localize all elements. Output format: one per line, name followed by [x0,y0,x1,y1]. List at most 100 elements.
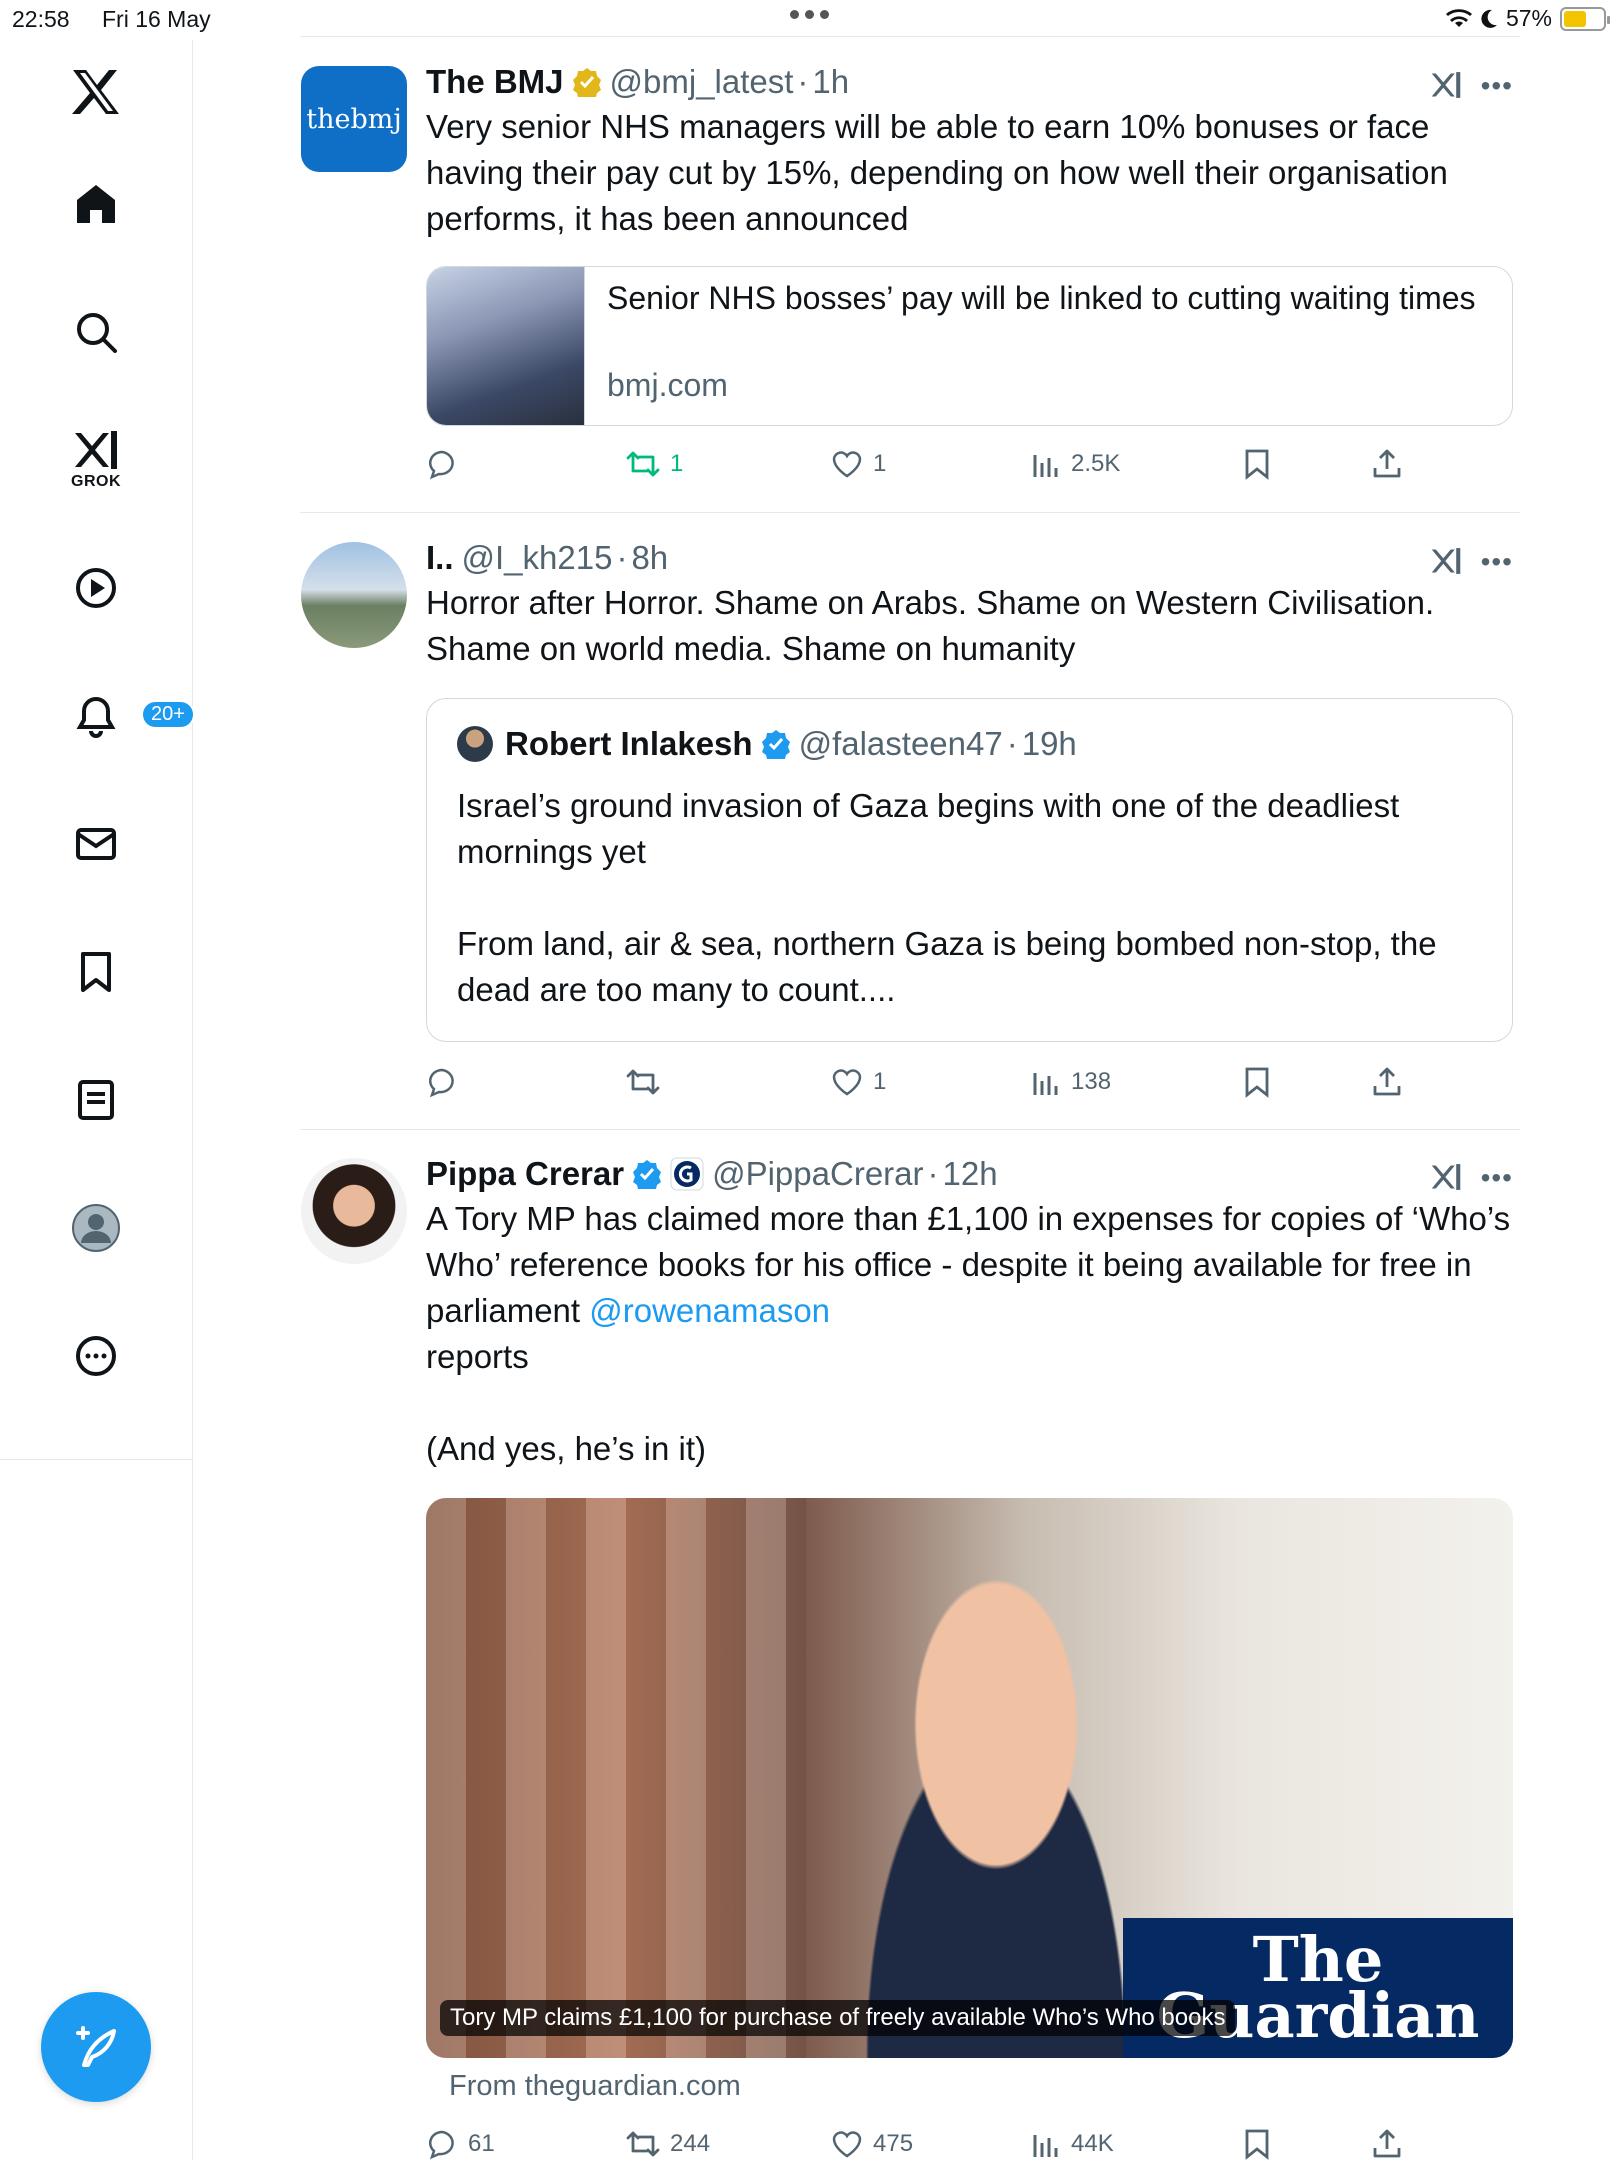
display-name[interactable]: Pippa Crerar [426,1154,624,1194]
bookmark-icon [1245,1067,1269,1098]
top-divider [300,36,1520,37]
link-card-title: Senior NHS bosses’ pay will be linked to… [607,280,1476,316]
notifications-nav-item[interactable]: 20+ [56,676,195,756]
more-circle-icon[interactable] [56,1316,136,1396]
like-button[interactable]: 1 [831,444,886,484]
grok-nav-item[interactable]: GROK [56,420,136,500]
bookmark-icon [1245,449,1269,480]
tweet-text: Very senior NHS managers will be able to… [426,108,1448,237]
views-chart-icon [1033,1073,1058,1095]
reply-button[interactable] [426,444,468,484]
reply-count: 61 [468,2130,495,2157]
bmj-avatar-text: thebmj [306,103,402,135]
repost-button[interactable] [626,1062,670,1102]
media-caption: Tory MP claims £1,100 for purchase of fr… [440,2000,1236,2036]
reply-button[interactable]: 61 [426,2124,495,2160]
blue-verified-badge-icon [761,730,790,759]
bookmark-icon[interactable] [56,932,136,1012]
views-chart-icon [1033,455,1058,477]
handle[interactable]: @PippaCrerar [712,1154,923,1194]
like-count: 1 [873,450,887,477]
messages-envelope-icon[interactable] [56,804,136,884]
handle[interactable]: @bmj_latest [610,62,794,102]
x-logo-icon[interactable] [56,52,136,132]
bookmark-button[interactable] [1243,1062,1271,1102]
tweet-ikh215[interactable]: I.. @I_kh215 · 8h ••• Horror after Horro… [193,538,1513,1122]
battery-percent: 57% [1505,5,1552,31]
tweet-actions: 61 244 475 44K [426,2124,1513,2160]
share-button[interactable] [1371,1062,1403,1102]
views-count: 2.5K [1071,450,1121,477]
repost-count: 244 [670,2130,711,2157]
display-name[interactable]: I.. [426,538,454,578]
reply-icon [429,450,454,480]
home-icon[interactable] [56,164,136,244]
grok-label: GROK [71,473,121,490]
ikh215-avatar[interactable] [301,542,407,648]
like-button[interactable]: 1 [831,1062,886,1102]
more-options-icon[interactable]: ••• [1481,546,1513,578]
tweet-bmj[interactable]: thebmj The BMJ @bmj_latest · 1h ••• Very… [193,62,1513,502]
share-button[interactable] [1371,2124,1403,2160]
wifi-icon [1445,8,1472,27]
views-chart-icon [1033,2135,1058,2157]
quoted-text-paragraph-1: Israel’s ground invasion of Gaza begins … [457,787,1400,870]
bmj-avatar[interactable]: thebmj [301,66,407,172]
compose-feather-icon [76,2026,116,2067]
pippa-avatar[interactable] [301,1158,407,1264]
repost-count: 1 [670,450,684,477]
quoted-timestamp: 19h [1021,725,1077,762]
more-options-icon[interactable]: ••• [1481,70,1513,102]
multitasking-dots[interactable] [790,10,829,19]
views-button[interactable]: 2.5K [1031,444,1120,484]
views-button[interactable]: 138 [1031,1062,1111,1102]
handle[interactable]: @I_kh215 [462,538,613,578]
reply-icon [429,1068,454,1098]
tweet-text: Horror after Horror. Shame on Arabs. Sha… [426,584,1435,667]
timestamp[interactable]: 8h [631,538,668,578]
quoted-display-name: Robert Inlakesh [505,725,753,762]
tweet-text: A Tory MP has claimed more than £1,100 i… [426,1196,1513,1472]
tweet-divider [300,512,1520,513]
link-card[interactable]: Senior NHS bosses’ pay will be linked to… [426,266,1513,426]
compose-button[interactable] [41,1992,151,2102]
guardian-affiliate-icon[interactable] [670,1157,704,1191]
notifications-bell-icon [76,696,116,738]
separator-dot: · [1006,725,1018,762]
repost-button[interactable]: 1 [626,444,683,484]
repost-button[interactable]: 244 [626,2124,710,2160]
sidebar-separator [0,1459,193,1460]
separator-dot: · [927,1155,939,1192]
grok-explain-icon[interactable] [1429,68,1463,102]
separator-dot: · [616,539,628,576]
share-icon [1373,1067,1401,1096]
reply-button[interactable] [426,1062,468,1102]
grok-explain-icon[interactable] [1429,1160,1463,1194]
share-button[interactable] [1371,444,1403,484]
status-time: 22:58 [12,6,70,32]
bookmark-button[interactable] [1243,2124,1271,2160]
timestamp[interactable]: 1h [812,62,849,102]
grok-explain-icon[interactable] [1429,544,1463,578]
tweet-pippa-crerar[interactable]: Pippa Crerar @PippaCrerar · 12h ••• A To… [193,1154,1513,2160]
like-count: 475 [873,2130,914,2157]
video-play-icon[interactable] [56,548,136,628]
quoted-tweet[interactable]: Robert Inlakesh @falasteen47 · 19h Israe… [426,698,1513,1042]
bookmark-button[interactable] [1243,444,1271,484]
like-button[interactable]: 475 [831,2124,913,2160]
tweet-text-reports: reports [426,1338,529,1375]
source-domain[interactable]: From theguardian.com [449,2070,741,2103]
tweet-divider [300,1129,1520,1130]
views-count: 44K [1071,2130,1114,2157]
views-button[interactable]: 44K [1031,2124,1114,2160]
mention-link[interactable]: @rowenamason [589,1292,830,1329]
display-name[interactable]: The BMJ [426,62,564,102]
search-icon[interactable] [56,292,136,372]
lists-icon[interactable] [56,1060,136,1140]
timestamp[interactable]: 12h [943,1154,998,1194]
more-options-icon[interactable]: ••• [1481,1162,1513,1194]
profile-avatar-icon[interactable] [56,1188,136,1268]
bookmark-icon [1245,2129,1269,2160]
article-media[interactable]: The Guardian Tory MP claims £1,100 for p… [426,1498,1513,2058]
status-date: Fri 16 May [102,6,211,32]
